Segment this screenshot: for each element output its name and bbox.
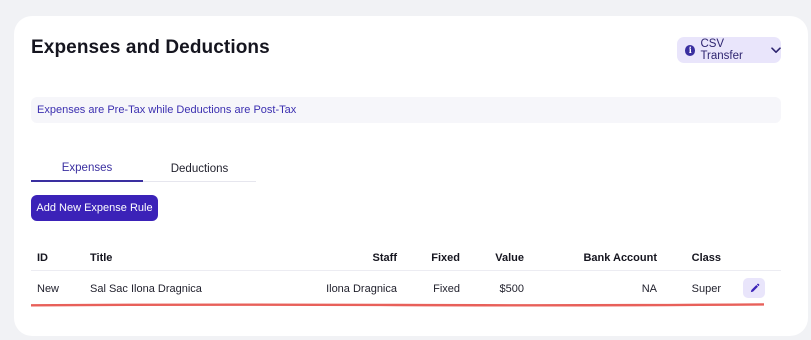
tab-deductions[interactable]: Deductions <box>143 155 256 182</box>
table-header-divider <box>31 270 781 271</box>
cell-title: Sal Sac Ilona Dragnica <box>90 283 202 295</box>
csv-transfer-label: CSV Transfer <box>700 38 743 62</box>
column-header-bank-account: Bank Account <box>583 252 657 264</box>
tab-expenses[interactable]: Expenses <box>31 155 143 182</box>
tax-info-note: Expenses are Pre-Tax while Deductions ar… <box>31 97 781 123</box>
cell-class: Super <box>691 283 721 295</box>
cell-staff: Ilona Dragnica <box>326 283 397 295</box>
chevron-down-icon <box>771 46 781 54</box>
row-highlight-underline <box>31 303 764 307</box>
column-header-value: Value <box>495 252 524 264</box>
cell-id: New <box>37 283 60 295</box>
cell-value: $500 <box>499 283 524 295</box>
cell-bank-account: NA <box>641 283 657 295</box>
csv-transfer-button[interactable]: i CSV Transfer <box>677 37 781 63</box>
column-header-title: Title <box>90 252 113 264</box>
tab-bar: Expenses Deductions <box>31 155 256 182</box>
add-expense-rule-button[interactable]: Add New Expense Rule <box>31 195 158 221</box>
column-header-id: ID <box>37 252 48 264</box>
expenses-card: Expenses and Deductions i CSV Transfer E… <box>14 16 808 336</box>
pencil-icon <box>749 283 760 294</box>
info-icon: i <box>685 44 696 56</box>
edit-row-button[interactable] <box>743 278 765 298</box>
column-header-class: Class <box>691 252 721 264</box>
page-title: Expenses and Deductions <box>31 37 270 58</box>
